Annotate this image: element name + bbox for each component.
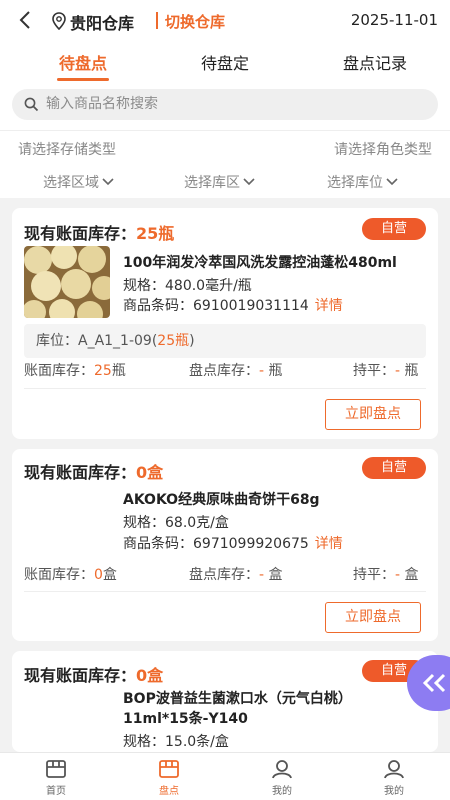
stock-title-label: 现有账面库存： — [24, 666, 137, 685]
product-barcode: 商品条码：6910019031114 详情 — [123, 295, 343, 315]
switch-warehouse-button[interactable]: 切换仓库 — [165, 11, 225, 32]
counted-stock-label: 盘点库存： — [189, 567, 259, 583]
book-stock-value: 25 — [94, 363, 112, 379]
stock-title-label: 现有账面库存： — [24, 224, 137, 243]
counted-stock-unit: 盒 — [264, 567, 283, 583]
nav-inventory-label: 盘点 — [159, 786, 179, 797]
tab-bar: 待盘点 待盘定 盘点记录 — [0, 42, 450, 86]
detail-link[interactable]: 详情 — [315, 536, 343, 552]
detail-link[interactable]: 详情 — [315, 298, 343, 314]
product-card: 现有账面库存：0盒 自营 BOP波普益生菌漱口水（元气白桃）11ml*15条-Y… — [12, 651, 438, 752]
zone-select-label: 选择库区 — [184, 175, 240, 191]
title-divider — [156, 12, 158, 29]
filter-panel: 请选择存储类型 请选择角色类型 选择区域 选择库区 选择库位 — [0, 130, 450, 198]
slot-select[interactable]: 选择库位 — [327, 172, 399, 192]
active-tab-indicator — [57, 78, 109, 81]
chevron-down-icon — [243, 178, 255, 186]
book-stock-unit: 盒 — [102, 567, 117, 583]
nav-home-label: 首页 — [46, 786, 66, 797]
stock-quantity: 25瓶 — [136, 224, 175, 243]
nav-mine[interactable]: 我的 — [252, 759, 312, 797]
area-select[interactable]: 选择区域 — [43, 172, 115, 192]
back-arrow-icon[interactable] — [18, 10, 32, 30]
product-barcode: 商品条码：6971099920675 详情 — [123, 533, 343, 553]
location-quantity: 25瓶 — [157, 333, 190, 349]
flat-stock: 持平：- 瓶 — [353, 360, 419, 380]
storage-type-select[interactable]: 请选择存储类型 — [18, 139, 116, 159]
start-count-button[interactable]: 立即盘点 — [325, 602, 421, 633]
counted-stock: 盘点库存：- 盒 — [189, 564, 283, 584]
product-spec: 规格：15.0条/盒 — [123, 734, 229, 750]
book-stock-unit: 瓶 — [111, 363, 126, 379]
barcode-text: 商品条码：6910019031114 — [123, 298, 309, 314]
location-text: 库位：A_A1_1-09( — [36, 333, 158, 349]
stock-quantity: 0盒 — [136, 463, 164, 482]
book-stock: 账面库存：0盒 — [24, 564, 117, 584]
search-bar[interactable] — [12, 89, 438, 120]
product-card: 现有账面库存：0盒 自营 AKOKO经典原味曲奇饼干68g 规格：68.0克/盒… — [12, 449, 438, 641]
search-input[interactable] — [46, 93, 426, 115]
nav-home[interactable]: 首页 — [26, 759, 86, 797]
barcode-text: 商品条码：6971099920675 — [123, 536, 309, 552]
product-card: 现有账面库存：25瓶 自营 100年润发冷萃国风洗发露控油蓬松480ml 规格：… — [12, 208, 438, 439]
location-suffix: ) — [189, 333, 195, 349]
product-spec: 规格：68.0克/盒 — [123, 515, 229, 531]
slot-select-label: 选择库位 — [327, 175, 383, 191]
location-pin-icon — [52, 12, 66, 30]
tab-pending-count[interactable]: 待盘点 — [23, 50, 143, 74]
book-stock-value: 0 — [94, 567, 103, 583]
card-stock-title: 现有账面库存：0盒 — [24, 662, 163, 686]
card-stock-title: 现有账面库存：0盒 — [24, 459, 163, 483]
current-date: 2025-11-01 — [350, 11, 438, 29]
inventory-icon — [159, 760, 179, 778]
book-stock-label: 账面库存： — [24, 363, 94, 379]
card-divider — [24, 388, 426, 389]
flat-stock: 持平：- 盒 — [353, 564, 419, 584]
double-chevron-left-icon — [422, 673, 446, 693]
user-icon — [272, 760, 292, 779]
counted-stock: 盘点库存：- 瓶 — [189, 360, 283, 380]
flat-stock-label: 持平： — [353, 567, 395, 583]
flat-stock-label: 持平： — [353, 363, 395, 379]
counted-stock-label: 盘点库存： — [189, 363, 259, 379]
flat-stock-unit: 瓶 — [400, 363, 419, 379]
search-icon — [24, 97, 39, 112]
product-name: 100年润发冷萃国风洗发露控油蓬松480ml — [123, 255, 397, 271]
user-icon — [384, 760, 404, 779]
tab-count-records[interactable]: 盘点记录 — [315, 50, 435, 74]
home-icon — [46, 760, 66, 778]
product-image — [24, 246, 110, 318]
chevron-down-icon — [386, 178, 398, 186]
storage-location: 库位：A_A1_1-09(25瓶) — [24, 324, 426, 358]
nav-mine-label: 我的 — [272, 786, 292, 797]
nav-mine-2-label: 我的 — [384, 786, 404, 797]
warehouse-name: 贵阳仓库 — [70, 14, 135, 33]
product-spec: 规格：480.0毫升/瓶 — [123, 278, 252, 294]
card-stock-title: 现有账面库存：25瓶 — [24, 220, 174, 244]
top-bar: 贵阳仓库 切换仓库 2025-11-01 — [0, 0, 450, 42]
counted-stock-unit: 瓶 — [264, 363, 283, 379]
product-name: BOP波普益生菌漱口水（元气白桃）11ml*15条-Y140 — [123, 691, 352, 727]
stock-quantity: 0盒 — [136, 666, 164, 685]
product-name: AKOKO经典原味曲奇饼干68g — [123, 492, 320, 508]
area-select-label: 选择区域 — [43, 175, 99, 191]
self-operated-badge: 自营 — [362, 457, 426, 479]
book-stock-label: 账面库存： — [24, 567, 94, 583]
flat-stock-unit: 盒 — [400, 567, 419, 583]
zone-select[interactable]: 选择库区 — [184, 172, 256, 192]
self-operated-badge: 自营 — [362, 218, 426, 240]
nav-mine-2[interactable]: 我的 — [364, 759, 424, 797]
chevron-down-icon — [102, 178, 114, 186]
stock-title-label: 现有账面库存： — [24, 463, 137, 482]
book-stock: 账面库存：25瓶 — [24, 360, 126, 380]
tab-pending-confirm[interactable]: 待盘定 — [165, 50, 285, 74]
nav-inventory[interactable]: 盘点 — [139, 759, 199, 797]
card-divider — [24, 591, 426, 592]
role-type-select[interactable]: 请选择角色类型 — [334, 139, 432, 159]
bottom-nav: 首页 盘点 我的 我的 — [0, 752, 450, 800]
start-count-button[interactable]: 立即盘点 — [325, 399, 421, 430]
search-section — [0, 86, 450, 130]
